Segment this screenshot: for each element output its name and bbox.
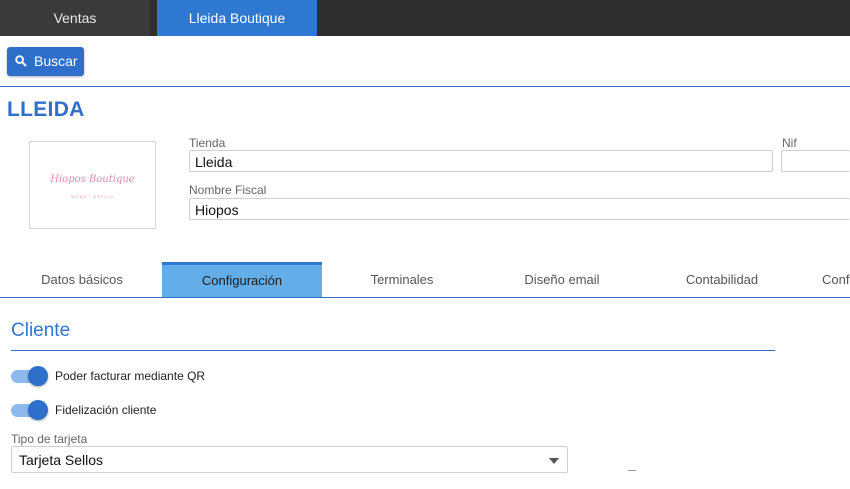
card-type-value: Tarjeta Sellos (19, 452, 104, 468)
tienda-label: Tienda (189, 136, 226, 150)
card-type-label: Tipo de tarjeta (11, 432, 88, 446)
search-button-label: Buscar (34, 53, 78, 69)
nombre-fiscal-label: Nombre Fiscal (189, 183, 267, 197)
tab-contabilidad[interactable]: Contabilidad (642, 262, 802, 297)
divider (0, 297, 850, 298)
nif-label: Nif (782, 136, 797, 150)
chevron-down-icon (549, 458, 559, 464)
toggle-thumb (28, 366, 48, 386)
store-logo[interactable]: Hiopos Boutique MODA • ESTILO (29, 141, 156, 229)
tab-diseno-email[interactable]: Diseño email (482, 262, 642, 297)
card-type-select[interactable]: Tarjeta Sellos (11, 446, 568, 473)
tienda-field[interactable]: Lleida (189, 150, 773, 172)
divider (0, 86, 850, 87)
loyalty-label: Fidelización cliente (55, 403, 157, 417)
tab-terminales[interactable]: Terminales (322, 262, 482, 297)
search-icon (15, 55, 27, 67)
toggle-thumb (28, 400, 48, 420)
section-title: Cliente (11, 320, 71, 341)
divider (628, 470, 636, 471)
loyalty-toggle[interactable] (11, 400, 48, 420)
qr-invoice-label: Poder facturar mediante QR (55, 369, 206, 383)
top-tab-bar: Ventas Lleida Boutique (0, 0, 850, 36)
section-divider (11, 350, 775, 351)
tab-configuracion[interactable]: Configuración (162, 262, 322, 297)
tab-lleida-boutique[interactable]: Lleida Boutique (157, 0, 317, 36)
nif-field[interactable] (781, 150, 850, 172)
qr-invoice-toggle[interactable] (11, 366, 48, 386)
nombre-fiscal-field[interactable]: Hiopos (189, 198, 850, 220)
section-tabs: Datos básicos Configuración Terminales D… (0, 262, 850, 297)
tab-ventas[interactable]: Ventas (0, 0, 150, 36)
tab-datos-basicos[interactable]: Datos básicos (0, 262, 164, 297)
logo-text: Hiopos Boutique (50, 174, 135, 185)
tab-conf[interactable]: Conf (822, 262, 850, 297)
search-button[interactable]: Buscar (7, 47, 84, 76)
logo-subtext: MODA • ESTILO (71, 194, 114, 199)
page-title: LLEIDA (7, 98, 85, 121)
